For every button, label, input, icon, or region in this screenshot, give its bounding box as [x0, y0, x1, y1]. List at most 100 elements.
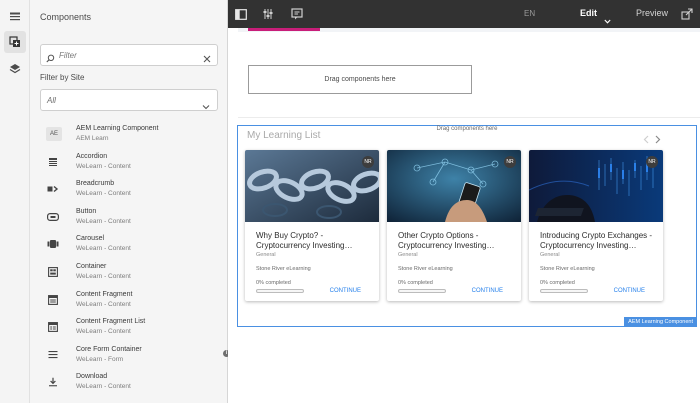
container-icon	[46, 266, 60, 278]
toggle-side-panel-icon[interactable]	[234, 7, 248, 21]
continue-link[interactable]: CONTINUE	[330, 288, 361, 294]
card-progress-text: 0% completed	[256, 280, 291, 286]
list-item[interactable]: Core Form Container WeLearn - Form i	[40, 342, 230, 370]
chevron-down-icon[interactable]	[604, 11, 611, 29]
component-group: WeLearn - Form	[76, 355, 124, 363]
site-select[interactable]: All	[40, 89, 218, 111]
filter-input[interactable]	[59, 48, 199, 62]
card-progress-text: 0% completed	[540, 280, 575, 286]
chevron-left-icon[interactable]	[643, 131, 649, 149]
layers-icon[interactable]	[4, 58, 26, 80]
component-group: WeLearn - Content	[76, 245, 131, 253]
ae-badge-icon: AE	[46, 127, 62, 141]
language-label[interactable]: EN	[524, 9, 535, 18]
component-group: WeLearn - Content	[76, 272, 131, 280]
list-item[interactable]: Breadcrumb WeLearn - Content	[40, 176, 208, 204]
chain-image	[245, 150, 379, 222]
component-name: Content Fragment	[76, 290, 133, 298]
list-item[interactable]: Accordion WeLearn - Content	[40, 149, 208, 177]
progress-bar	[540, 289, 588, 293]
card-title[interactable]: Why Buy Crypto? - Cryptocurrency Investi…	[256, 231, 374, 251]
panel-title: Components	[40, 12, 92, 22]
card-badge: NR	[646, 156, 658, 168]
components-icon[interactable]	[4, 31, 26, 53]
component-group: WeLearn - Content	[76, 217, 131, 225]
site-select-value: All	[47, 96, 56, 105]
component-name: AEM Learning Component	[76, 125, 159, 132]
content-fragment-icon	[46, 294, 60, 306]
card-category: General	[256, 252, 276, 258]
active-nav-underline	[248, 28, 320, 31]
component-name: Breadcrumb	[76, 180, 115, 188]
drag-components-placeholder[interactable]: Drag components here	[248, 65, 472, 94]
card-category: General	[398, 252, 418, 258]
chevron-down-icon	[202, 97, 210, 115]
search-icon	[46, 50, 55, 68]
list-item[interactable]: Download WeLearn - Content	[40, 369, 208, 397]
accordion-icon	[46, 156, 60, 168]
component-group: WeLearn - Content	[76, 162, 131, 170]
page-header-strip	[238, 28, 700, 32]
clear-icon[interactable]	[203, 50, 211, 68]
card-progress-text: 0% completed	[398, 280, 433, 286]
course-card[interactable]: NR Other Crypto Options - Cryptocurrency…	[387, 150, 521, 301]
share-icon[interactable]	[681, 7, 693, 25]
breadcrumb-icon	[46, 183, 60, 195]
component-list: AE AEM Learning Component AEM Learn Acco…	[40, 121, 230, 397]
course-card[interactable]: NR Why Buy Crypto? - Cryptocurrency Inve…	[245, 150, 379, 301]
form-container-icon	[46, 349, 60, 361]
annotations-icon[interactable]	[290, 7, 304, 21]
list-item[interactable]: Button WeLearn - Content	[40, 204, 208, 232]
component-name: Download	[76, 373, 108, 381]
progress-bar	[398, 289, 446, 293]
component-name: Accordion	[76, 152, 108, 160]
card-author: Stone River eLearning	[398, 266, 453, 272]
chevron-right-icon[interactable]	[655, 131, 661, 149]
left-rail	[0, 0, 30, 403]
components-panel: Components Filter by Site All AE AEM Lea…	[30, 0, 245, 403]
learning-list-title: My Learning List	[247, 130, 321, 141]
list-item[interactable]: Content Fragment WeLearn - Content	[40, 287, 208, 315]
component-group: AEM Learn	[76, 135, 109, 142]
component-name: Content Fragment List	[76, 318, 146, 326]
continue-link[interactable]: CONTINUE	[472, 288, 503, 294]
card-author: Stone River eLearning	[256, 266, 311, 272]
side-panel-toggle-icon[interactable]	[4, 6, 26, 28]
component-name: Carousel	[76, 235, 105, 243]
card-title[interactable]: Other Crypto Options - Cryptocurrency In…	[398, 231, 516, 251]
section-divider	[238, 117, 700, 118]
component-group: WeLearn - Content	[76, 300, 131, 308]
phone-image	[387, 150, 521, 222]
list-item[interactable]: AE AEM Learning Component AEM Learn	[40, 121, 208, 149]
progress-bar	[256, 289, 304, 293]
learning-list-component[interactable]: Drag components here My Learning List NR…	[237, 125, 697, 327]
page-properties-icon[interactable]	[261, 7, 275, 21]
component-name: Core Form Container	[76, 345, 142, 353]
list-item[interactable]: Container WeLearn - Content	[40, 259, 208, 287]
editor-toolbar: EN Edit Preview	[228, 0, 700, 28]
card-badge: NR	[362, 156, 374, 168]
list-item[interactable]: Content Fragment List WeLearn - Content	[40, 314, 208, 342]
component-name: Container	[76, 262, 107, 270]
mode-selector[interactable]: Edit	[580, 8, 597, 18]
continue-link[interactable]: CONTINUE	[614, 288, 645, 294]
carousel-icon	[46, 238, 60, 250]
card-title[interactable]: Introducing Crypto Exchanges - Cryptocur…	[540, 231, 658, 251]
filter-by-site-label: Filter by Site	[40, 73, 85, 82]
preview-button[interactable]: Preview	[636, 8, 668, 18]
component-type-tag: AEM Learning Component	[624, 317, 697, 327]
filter-field[interactable]	[40, 44, 218, 66]
list-item[interactable]: Carousel WeLearn - Content	[40, 231, 208, 259]
card-category: General	[540, 252, 560, 258]
trading-image	[529, 150, 663, 222]
course-card[interactable]: NR Introducing Crypto Exchanges - Crypto…	[529, 150, 663, 301]
component-group: WeLearn - Content	[76, 328, 131, 336]
page-canvas: Drag components here Drag components her…	[228, 28, 700, 403]
content-fragment-list-icon	[46, 321, 60, 333]
component-name: Button	[76, 207, 97, 215]
component-group: WeLearn - Content	[76, 190, 131, 198]
button-icon	[46, 211, 60, 223]
card-badge: NR	[504, 156, 516, 168]
component-group: WeLearn - Content	[76, 383, 131, 391]
download-icon	[46, 376, 60, 388]
